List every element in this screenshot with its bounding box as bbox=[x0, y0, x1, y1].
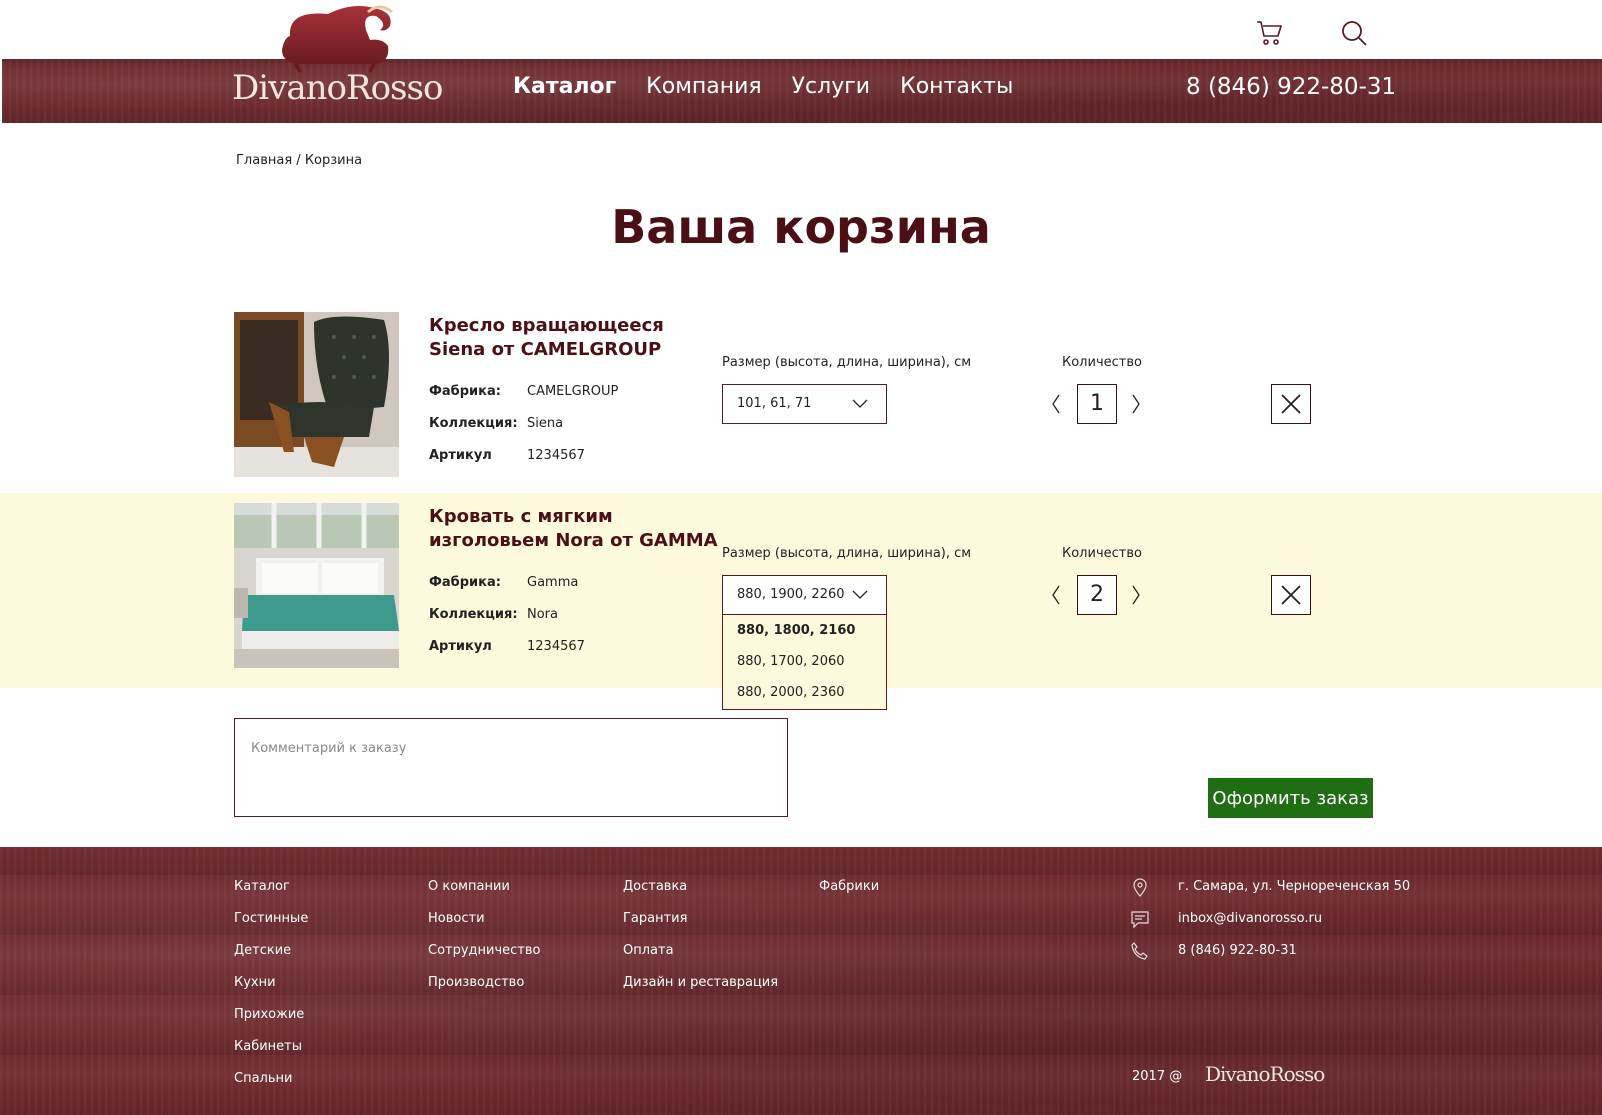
bed-image bbox=[234, 503, 399, 668]
quantity-label: Количество bbox=[1062, 355, 1142, 370]
quantity-increase-button[interactable] bbox=[1128, 392, 1144, 416]
article-value: 1234567 bbox=[527, 448, 585, 463]
footer-link[interactable]: Гостинные bbox=[234, 911, 308, 943]
main-nav: Каталог Компания Услуги Контакты bbox=[513, 74, 1013, 99]
address-text: г. Самара, ул. Чернореченская 50 bbox=[1178, 879, 1411, 894]
collection-value: Nora bbox=[527, 607, 558, 622]
chevron-down-icon bbox=[852, 590, 868, 599]
footer-link[interactable]: О компании bbox=[428, 879, 541, 911]
product-image[interactable] bbox=[234, 503, 399, 668]
quantity-label: Количество bbox=[1062, 546, 1142, 561]
article-value: 1234567 bbox=[527, 639, 585, 654]
footer-link[interactable]: Кабинеты bbox=[234, 1039, 308, 1071]
collection-label: Коллекция: bbox=[429, 416, 518, 431]
footer-link[interactable]: Кухни bbox=[234, 975, 308, 1007]
size-option[interactable]: 880, 2000, 2360 bbox=[723, 677, 886, 708]
place-order-button[interactable]: Оформить заказ bbox=[1208, 778, 1373, 818]
quantity-value[interactable]: 1 bbox=[1077, 384, 1117, 424]
footer: Каталог Гостинные Детские Кухни Прихожие… bbox=[0, 847, 1602, 1115]
footer-col-company: О компании Новости Сотрудничество Произв… bbox=[428, 879, 541, 1007]
nav-contacts[interactable]: Контакты bbox=[900, 74, 1013, 99]
footer-logo[interactable]: DivanoRosso bbox=[1205, 1062, 1325, 1086]
breadcrumb-current: Корзина bbox=[304, 153, 363, 168]
footer-col-factories: Фабрики bbox=[819, 879, 879, 911]
footer-link[interactable]: Дизайн и реставрация bbox=[623, 975, 778, 1007]
logo-text: DivanoRosso bbox=[232, 68, 443, 108]
chevron-left-icon bbox=[1052, 394, 1060, 414]
article-label: Артикул bbox=[429, 448, 492, 463]
phone-icon bbox=[1131, 942, 1148, 960]
message-icon bbox=[1131, 911, 1149, 929]
logo[interactable]: DivanoRosso bbox=[232, 0, 452, 110]
footer-col-services: Доставка Гарантия Оплата Дизайн и рестав… bbox=[623, 879, 778, 1007]
size-dropdown: 880, 1800, 2160 880, 1700, 2060 880, 200… bbox=[722, 615, 887, 710]
size-select[interactable]: 101, 61, 71 bbox=[722, 384, 887, 424]
size-value: 101, 61, 71 bbox=[737, 396, 812, 411]
chevron-down-icon bbox=[852, 399, 868, 408]
breadcrumb-separator: / bbox=[296, 153, 301, 168]
email-link[interactable]: inbox@divanorosso.ru bbox=[1178, 911, 1322, 926]
footer-link[interactable]: Производство bbox=[428, 975, 541, 1007]
product-title[interactable]: Кресло вращающееся Siena от CAMELGROUP bbox=[429, 314, 719, 362]
footer-link[interactable]: Детские bbox=[234, 943, 308, 975]
quantity-decrease-button[interactable] bbox=[1048, 583, 1064, 607]
footer-link[interactable]: Сотрудничество bbox=[428, 943, 541, 975]
nav-services[interactable]: Услуги bbox=[792, 74, 870, 99]
article-label: Артикул bbox=[429, 639, 492, 654]
footer-link[interactable]: Каталог bbox=[234, 879, 308, 911]
factory-label: Фабрика: bbox=[429, 384, 501, 399]
product-title[interactable]: Кровать с мягким изголовьем Nora от GAMM… bbox=[429, 505, 719, 553]
quantity-increase-button[interactable] bbox=[1128, 583, 1144, 607]
quantity-value[interactable]: 2 bbox=[1077, 575, 1117, 615]
copyright: 2017 @ bbox=[1132, 1069, 1183, 1084]
nav-company[interactable]: Компания bbox=[646, 74, 761, 99]
footer-link[interactable]: Фабрики bbox=[819, 879, 879, 911]
nav-catalog[interactable]: Каталог bbox=[513, 74, 616, 99]
footer-link[interactable]: Оплата bbox=[623, 943, 778, 975]
phone-link[interactable]: 8 (846) 922-80-31 bbox=[1178, 943, 1297, 958]
sofa-logo-icon bbox=[282, 5, 393, 73]
remove-item-button[interactable] bbox=[1271, 384, 1311, 424]
quantity-decrease-button[interactable] bbox=[1048, 392, 1064, 416]
product-image[interactable] bbox=[234, 312, 399, 477]
footer-col-catalog: Каталог Гостинные Детские Кухни Прихожие… bbox=[234, 879, 308, 1103]
factory-label: Фабрика: bbox=[429, 575, 501, 590]
footer-link[interactable]: Спальни bbox=[234, 1071, 308, 1103]
size-option[interactable]: 880, 1800, 2160 bbox=[723, 615, 886, 646]
remove-item-button[interactable] bbox=[1271, 575, 1311, 615]
cart-item: Кровать с мягким изголовьем Nora от GAMM… bbox=[0, 493, 1602, 710]
breadcrumb: Главная / Корзина bbox=[236, 153, 362, 168]
collection-value: Siena bbox=[527, 416, 564, 431]
close-icon bbox=[1281, 394, 1301, 414]
footer-link[interactable]: Доставка bbox=[623, 879, 778, 911]
collection-label: Коллекция: bbox=[429, 607, 518, 622]
breadcrumb-home[interactable]: Главная bbox=[236, 153, 292, 168]
chevron-left-icon bbox=[1052, 585, 1060, 605]
header-phone[interactable]: 8 (846) 922-80-31 bbox=[1186, 74, 1396, 100]
search-button[interactable] bbox=[1339, 18, 1369, 48]
size-label: Размер (высота, длина, ширина), см bbox=[722, 355, 972, 370]
cart-icon bbox=[1257, 21, 1283, 45]
armchair-image bbox=[234, 312, 399, 477]
cart-item: Кресло вращающееся Siena от CAMELGROUP Ф… bbox=[0, 302, 1602, 497]
page-title: Ваша корзина bbox=[611, 200, 991, 254]
factory-value: Gamma bbox=[527, 575, 579, 590]
close-icon bbox=[1281, 585, 1301, 605]
chevron-right-icon bbox=[1132, 394, 1140, 414]
search-icon bbox=[1342, 21, 1367, 46]
footer-link[interactable]: Гарантия bbox=[623, 911, 778, 943]
chevron-right-icon bbox=[1132, 585, 1140, 605]
factory-value: CAMELGROUP bbox=[527, 384, 619, 399]
size-label: Размер (высота, длина, ширина), см bbox=[722, 546, 972, 561]
location-pin-icon bbox=[1133, 878, 1147, 897]
size-value: 880, 1900, 2260 bbox=[737, 587, 845, 602]
order-comment-input[interactable] bbox=[234, 718, 788, 817]
size-select[interactable]: 880, 1900, 2260 bbox=[722, 575, 887, 615]
footer-link[interactable]: Прихожие bbox=[234, 1007, 308, 1039]
footer-link[interactable]: Новости bbox=[428, 911, 541, 943]
size-option[interactable]: 880, 1700, 2060 bbox=[723, 646, 886, 677]
cart-button[interactable] bbox=[1255, 18, 1285, 48]
